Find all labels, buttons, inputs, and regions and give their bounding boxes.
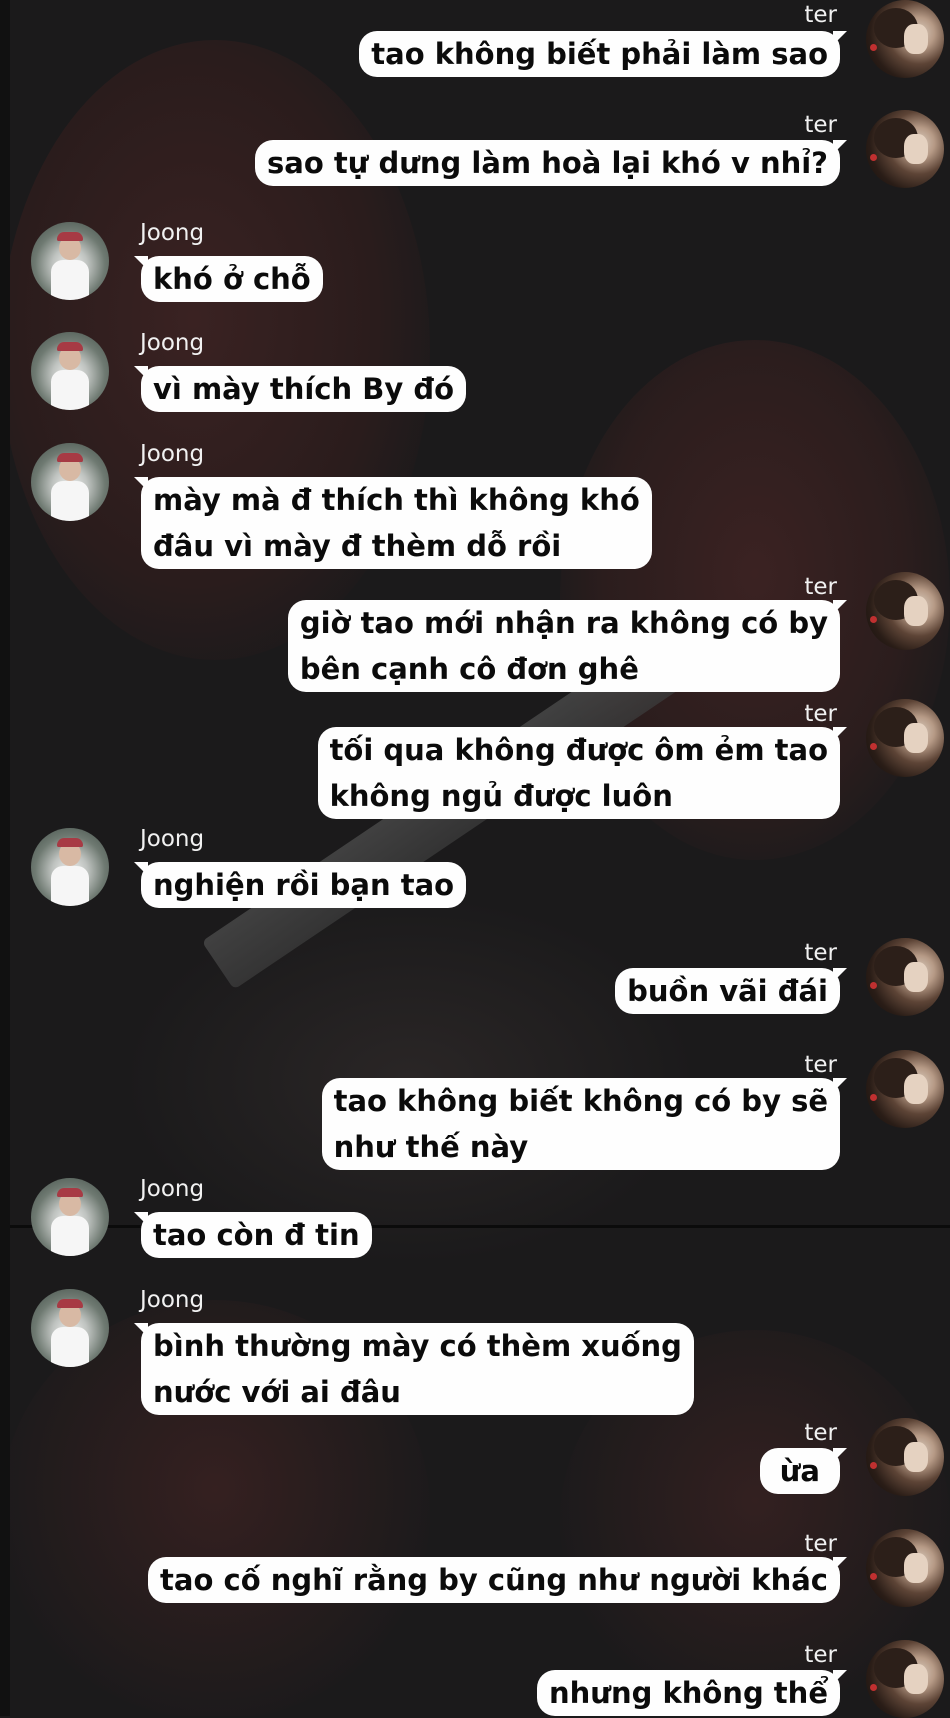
sender-name: ter bbox=[804, 1642, 837, 1668]
sender-name: ter bbox=[804, 1052, 837, 1078]
message-text: buồn vãi đái bbox=[627, 974, 828, 1008]
sender-name: Joong bbox=[140, 441, 205, 467]
avatar-joong[interactable] bbox=[31, 332, 109, 410]
message-bubble[interactable]: tao còn đ tin bbox=[134, 1212, 372, 1258]
avatar-ter[interactable] bbox=[866, 572, 944, 650]
message-bubble[interactable]: ừa bbox=[759, 1448, 848, 1494]
message-text-line: mày mà đ thích thì không khó bbox=[153, 483, 640, 517]
avatar-ter[interactable] bbox=[866, 938, 944, 1016]
message-bubble[interactable]: khó ở chỗ bbox=[134, 256, 323, 302]
avatar-joong[interactable] bbox=[31, 1289, 109, 1367]
avatar-joong[interactable] bbox=[31, 828, 109, 906]
message-bubble[interactable]: tao không biết không có by sẽ như thế nà… bbox=[321, 1078, 848, 1170]
message-text: nghiện rồi bạn tao bbox=[153, 868, 455, 902]
message-bubble[interactable]: sao tự dưng làm hoà lại khó v nhỉ? bbox=[255, 140, 847, 186]
sender-name: ter bbox=[804, 1531, 837, 1557]
message-text-line: đâu vì mày đ thèm dỗ rồi bbox=[153, 529, 562, 563]
avatar-ter[interactable] bbox=[866, 1050, 944, 1128]
sender-name: ter bbox=[804, 112, 837, 138]
sender-name: Joong bbox=[140, 1287, 205, 1313]
message-text-line: không ngủ được luôn bbox=[329, 779, 673, 813]
avatar-ter[interactable] bbox=[866, 110, 944, 188]
sender-name: Joong bbox=[140, 1176, 205, 1202]
avatar-ter[interactable] bbox=[866, 1418, 944, 1496]
message-text-line: bình thường mày có thèm xuống bbox=[153, 1329, 682, 1363]
message-bubble[interactable]: vì mày thích By đó bbox=[133, 366, 467, 412]
avatar-ter[interactable] bbox=[866, 1640, 944, 1718]
avatar-joong[interactable] bbox=[31, 1178, 109, 1256]
sender-name: Joong bbox=[140, 826, 205, 852]
message-text: tao không biết phải làm sao bbox=[371, 37, 828, 71]
sender-name: ter bbox=[804, 940, 837, 966]
sender-name: ter bbox=[804, 2, 837, 28]
message-bubble[interactable]: giờ tao mới nhận ra không có by bên cạnh… bbox=[287, 600, 848, 692]
message-bubble[interactable]: nhưng không thể bbox=[537, 1670, 847, 1716]
avatar-ter[interactable] bbox=[866, 0, 944, 78]
message-text: ừa bbox=[779, 1454, 820, 1488]
message-text: khó ở chỗ bbox=[153, 262, 311, 296]
left-edge bbox=[0, 0, 10, 1716]
message-text-line: như thế này bbox=[333, 1130, 529, 1164]
message-bubble[interactable]: tao cố nghĩ rằng by cũng như người khác bbox=[148, 1557, 847, 1603]
message-bubble[interactable]: tao không biết phải làm sao bbox=[359, 31, 847, 77]
message-text: vì mày thích By đó bbox=[153, 372, 455, 406]
avatar-ter[interactable] bbox=[866, 699, 944, 777]
message-text: tao còn đ tin bbox=[153, 1218, 360, 1252]
avatar-ter[interactable] bbox=[866, 1529, 944, 1607]
avatar-joong[interactable] bbox=[31, 443, 109, 521]
message-bubble[interactable]: mày mà đ thích thì không khó đâu vì mày … bbox=[134, 477, 652, 569]
sender-name: Joong bbox=[140, 220, 205, 246]
message-text: tao cố nghĩ rằng by cũng như người khác bbox=[160, 1563, 828, 1597]
message-text: sao tự dưng làm hoà lại khó v nhỉ? bbox=[267, 146, 828, 180]
message-bubble[interactable]: tối qua không được ôm ẻm tao không ngủ đ… bbox=[317, 727, 848, 819]
message-text: nhưng không thể bbox=[549, 1676, 828, 1710]
sender-name: ter bbox=[804, 574, 837, 600]
message-bubble[interactable]: nghiện rồi bạn tao bbox=[133, 862, 467, 908]
message-text-line: tối qua không được ôm ẻm tao bbox=[329, 733, 828, 767]
message-text-line: giờ tao mới nhận ra không có by bbox=[299, 606, 828, 640]
avatar-joong[interactable] bbox=[31, 222, 109, 300]
message-text-line: bên cạnh cô đơn ghê bbox=[299, 652, 639, 686]
sender-name: ter bbox=[804, 701, 837, 727]
message-bubble[interactable]: buồn vãi đái bbox=[615, 968, 847, 1014]
message-text-line: nước với ai đâu bbox=[153, 1375, 401, 1409]
sender-name: ter bbox=[804, 1420, 837, 1446]
message-text-line: tao không biết không có by sẽ bbox=[333, 1084, 828, 1118]
message-bubble[interactable]: bình thường mày có thèm xuống nước với a… bbox=[134, 1323, 694, 1415]
sender-name: Joong bbox=[140, 330, 205, 356]
